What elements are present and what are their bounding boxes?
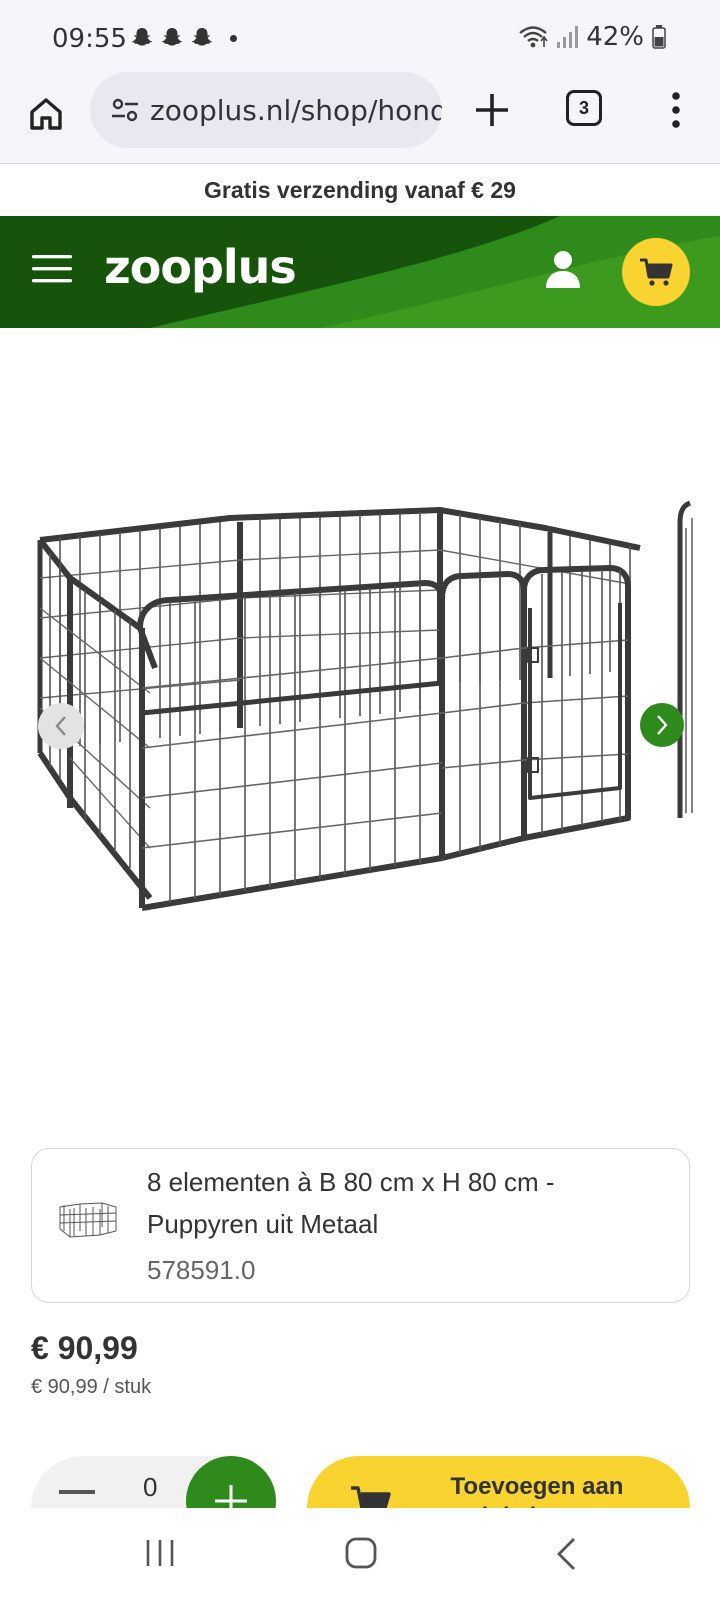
product-image-puppy-pen	[37, 507, 641, 911]
add-to-cart-label: Toevoegen aan winkelwagen	[450, 1473, 624, 1508]
notification-icons	[130, 26, 237, 50]
wifi-icon	[519, 26, 548, 48]
url-text: zooplus.nl/shop/honden	[150, 93, 442, 127]
purchase-controls: 0 Toevoegen aan winkelwagen	[0, 1420, 720, 1508]
new-tab-icon[interactable]	[468, 86, 516, 134]
zooplus-logo[interactable]: zooplus	[104, 240, 297, 294]
snapchat-icon	[132, 28, 152, 46]
status-bar: 09:55 42%	[0, 0, 720, 72]
hamburger-menu-icon[interactable]	[32, 252, 72, 286]
tab-count: 3	[578, 97, 589, 118]
more-notifications-dot	[230, 34, 237, 42]
address-bar[interactable]: zooplus.nl/shop/honden	[90, 72, 442, 148]
snapchat-icon	[192, 28, 212, 46]
variant-thumbnail	[59, 1202, 117, 1238]
quantity-decrease-button[interactable]	[45, 1470, 109, 1508]
variant-name: 8 elementen à B 80 cm x H 80 cm - Puppyr…	[147, 1167, 555, 1239]
quantity-increase-button[interactable]	[186, 1456, 276, 1508]
snapchat-icon	[162, 28, 182, 46]
free-shipping-banner: Gratis verzending vanaf € 29	[0, 164, 720, 216]
chevron-left-icon	[55, 716, 66, 736]
cart-button[interactable]	[622, 238, 690, 306]
tab-switcher-button[interactable]: 3	[566, 90, 602, 126]
back-icon[interactable]	[554, 1536, 578, 1572]
account-icon[interactable]	[542, 248, 584, 290]
quantity-value[interactable]: 0	[143, 1472, 157, 1503]
product-price: € 90,99	[31, 1330, 138, 1366]
home-nav-icon[interactable]	[344, 1536, 378, 1570]
browser-toolbar: zooplus.nl/shop/honden 3	[0, 72, 720, 164]
quantity-stepper[interactable]: 0	[31, 1456, 276, 1508]
signal-icon	[557, 26, 579, 48]
system-navigation-bar	[0, 1508, 720, 1600]
minus-icon	[59, 1490, 95, 1494]
status-time: 09:55	[52, 24, 127, 54]
battery-percentage: 42%	[586, 22, 644, 52]
free-shipping-text: Gratis verzending vanaf € 29	[204, 176, 516, 203]
gallery-next-button[interactable]	[640, 703, 684, 747]
product-image-gallery[interactable]	[0, 328, 720, 1118]
site-header: zooplus	[0, 216, 720, 328]
variant-sku: 578591.0	[147, 1255, 256, 1285]
battery-icon	[652, 25, 666, 49]
unit-price: € 90,99 / stuk	[31, 1376, 152, 1398]
site-settings-icon[interactable]	[110, 95, 140, 125]
more-options-icon[interactable]	[658, 88, 694, 132]
chevron-right-icon	[657, 715, 668, 735]
next-image-peek	[677, 500, 693, 818]
recent-apps-icon[interactable]	[142, 1538, 178, 1568]
browser-home-button[interactable]	[24, 92, 68, 136]
home-icon	[30, 98, 62, 130]
add-to-cart-button[interactable]: Toevoegen aan winkelwagen	[307, 1456, 690, 1508]
gallery-previous-button[interactable]	[38, 703, 84, 749]
variant-selector[interactable]: 8 elementen à B 80 cm x H 80 cm - Puppyr…	[31, 1148, 690, 1303]
cart-icon	[640, 258, 673, 286]
plus-icon	[215, 1485, 247, 1508]
status-right: 42%	[518, 22, 666, 52]
cart-icon	[351, 1486, 391, 1508]
